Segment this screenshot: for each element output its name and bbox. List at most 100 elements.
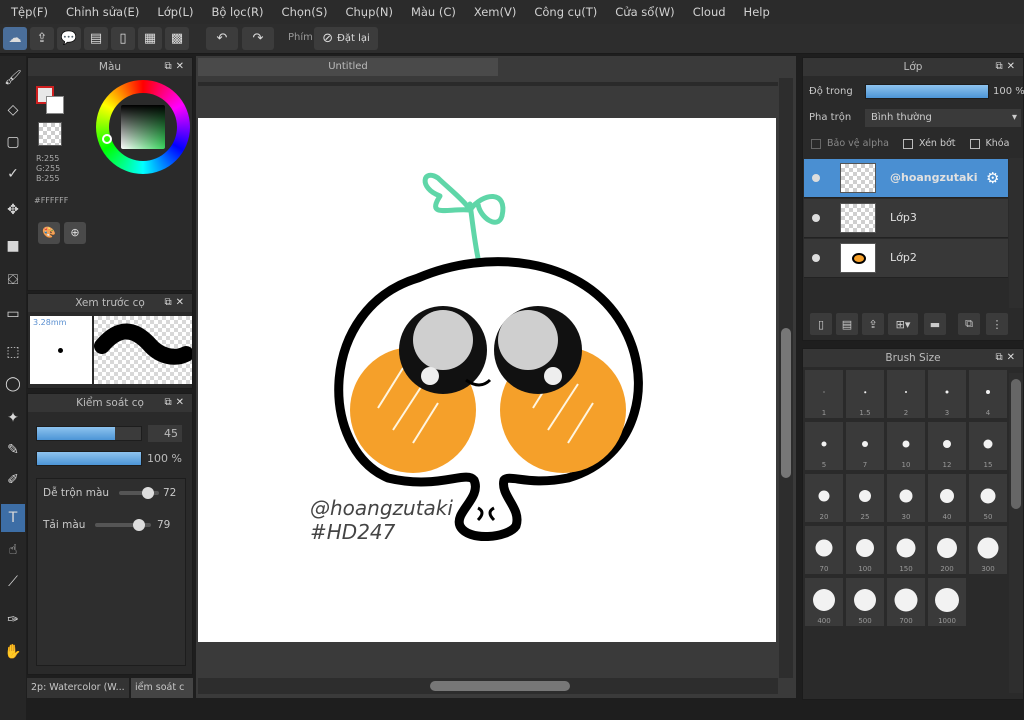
eraser-tool-icon[interactable]: ◇ bbox=[1, 96, 25, 124]
layer-options-icon[interactable]: ⋮ bbox=[986, 313, 1008, 335]
grid-icon[interactable]: ▦ bbox=[138, 27, 162, 50]
menu-select[interactable]: Chọn(S) bbox=[273, 5, 337, 19]
reload-knob[interactable] bbox=[133, 519, 146, 531]
layer-opacity-slider[interactable] bbox=[865, 84, 989, 99]
saturation-square[interactable] bbox=[121, 105, 165, 149]
brush-size-cell[interactable]: 1 bbox=[804, 369, 844, 419]
document-tab[interactable]: Untitled bbox=[198, 58, 498, 76]
horizontal-scrollbar[interactable] bbox=[198, 678, 778, 694]
lock-checkbox[interactable] bbox=[969, 138, 980, 149]
menu-file[interactable]: Tệp(F) bbox=[2, 5, 57, 19]
brush-size-cell[interactable]: 25 bbox=[845, 473, 885, 523]
layer-item[interactable]: @hoangzutaki ⚙ bbox=[804, 159, 1008, 198]
fill-tool-icon[interactable]: ⛋ bbox=[1, 266, 25, 294]
brush-size-scrollbar[interactable] bbox=[1009, 373, 1023, 693]
blend-knob[interactable] bbox=[141, 487, 154, 499]
brush-size-cell[interactable]: 15 bbox=[968, 421, 1008, 471]
pen-tool-icon[interactable]: ✎ bbox=[1, 436, 25, 464]
brush-size-cell[interactable]: 7 bbox=[845, 421, 885, 471]
brush-size-cell[interactable]: 20 bbox=[804, 473, 844, 523]
menu-edit[interactable]: Chỉnh sửa(E) bbox=[57, 5, 148, 19]
clipping-checkbox[interactable] bbox=[903, 138, 913, 149]
new-layer-icon[interactable]: ▯ bbox=[810, 313, 832, 335]
document-icon[interactable]: ▯ bbox=[111, 27, 135, 50]
horizontal-scroll-thumb[interactable] bbox=[430, 681, 570, 691]
hand-tool-icon[interactable]: ✋ bbox=[1, 638, 25, 666]
check-tool-icon[interactable]: ✓ bbox=[1, 160, 25, 188]
menu-cloud[interactable]: Cloud bbox=[684, 5, 735, 19]
layer-blend-select[interactable]: Bình thường ▾ bbox=[865, 109, 1021, 127]
reload-slider[interactable] bbox=[95, 519, 151, 531]
text-tool-icon[interactable]: T bbox=[1, 504, 25, 532]
panel-close-icon[interactable]: ⧉✕ bbox=[995, 349, 1019, 367]
color-wheel[interactable] bbox=[96, 80, 190, 174]
brush-size-cell[interactable]: 3 bbox=[927, 369, 967, 419]
layer-scrollbar[interactable] bbox=[1009, 158, 1023, 308]
undo-button[interactable]: ↶ bbox=[206, 27, 238, 50]
hand-select-tool-icon[interactable]: ☝ bbox=[1, 536, 25, 564]
brush-size-cell[interactable]: 5 bbox=[804, 421, 844, 471]
tab-brush-name[interactable]: 2p: Watercolor (W... bbox=[27, 678, 129, 698]
brush-opacity-slider[interactable] bbox=[36, 451, 142, 466]
menu-layer[interactable]: Lớp(L) bbox=[148, 5, 202, 19]
smudge-tool-icon[interactable]: ✐ bbox=[1, 466, 25, 494]
brush-size-cell[interactable]: 30 bbox=[886, 473, 926, 523]
duplicate-layer-icon[interactable]: ▤ bbox=[836, 313, 858, 335]
brush-size-slider[interactable] bbox=[36, 426, 142, 441]
brush-size-cell[interactable]: 4 bbox=[968, 369, 1008, 419]
move-tool-icon[interactable]: ✥ bbox=[1, 196, 25, 224]
vertical-scroll-thumb[interactable] bbox=[781, 328, 791, 478]
eyedropper-tool-icon[interactable]: ⟋ bbox=[1, 568, 25, 596]
folder-icon[interactable]: ▬ bbox=[924, 313, 946, 335]
merge-layer-icon[interactable]: ⧉ bbox=[958, 313, 980, 335]
layer-item[interactable]: Lớp2 bbox=[804, 239, 1008, 278]
redo-button[interactable]: ↷ bbox=[242, 27, 274, 50]
panel-close-icon[interactable]: ⧉✕ bbox=[995, 58, 1019, 76]
brush-size-cell[interactable]: 10 bbox=[886, 421, 926, 471]
menu-color[interactable]: Màu (C) bbox=[402, 5, 465, 19]
eye-icon[interactable] bbox=[812, 174, 820, 182]
cloud-icon[interactable]: ☁ bbox=[3, 27, 27, 50]
select-rect-tool-icon[interactable]: ▢ bbox=[1, 128, 25, 156]
panel-close-icon[interactable]: ⧉✕ bbox=[164, 394, 188, 412]
magic-wand-tool-icon[interactable]: ✦ bbox=[1, 404, 25, 432]
brush-size-cell[interactable]: 300 bbox=[968, 525, 1008, 575]
brush-size-cell[interactable]: 150 bbox=[886, 525, 926, 575]
brush-size-cell[interactable]: 200 bbox=[927, 525, 967, 575]
menu-tools[interactable]: Công cụ(T) bbox=[525, 5, 606, 19]
menu-capture[interactable]: Chụp(N) bbox=[336, 5, 401, 19]
brush-size-cell[interactable]: 100 bbox=[845, 525, 885, 575]
brush-size-cell[interactable]: 700 bbox=[886, 577, 926, 627]
panel-close-icon[interactable]: ⧉✕ bbox=[164, 58, 188, 76]
menu-filter[interactable]: Bộ lọc(R) bbox=[202, 5, 272, 19]
brush-size-cell[interactable]: 2 bbox=[886, 369, 926, 419]
chat-icon[interactable]: 💬 bbox=[57, 27, 81, 50]
brush-size-scroll-thumb[interactable] bbox=[1011, 379, 1021, 509]
menu-window[interactable]: Cửa sổ(W) bbox=[606, 5, 683, 19]
pipette-tool-icon[interactable]: ✑ bbox=[1, 606, 25, 634]
brush-size-cell[interactable]: 400 bbox=[804, 577, 844, 627]
comment-icon[interactable]: ▤ bbox=[84, 27, 108, 50]
menu-help[interactable]: Help bbox=[735, 5, 779, 19]
protect-alpha-checkbox[interactable] bbox=[811, 138, 821, 149]
brush-size-cell[interactable]: 70 bbox=[804, 525, 844, 575]
brush-size-value[interactable]: 45 bbox=[148, 425, 182, 442]
reset-button[interactable]: ⊘ Đặt lại bbox=[314, 27, 378, 50]
brush-size-cell[interactable]: 40 bbox=[927, 473, 967, 523]
layout-icon[interactable]: ▩ bbox=[165, 27, 189, 50]
shape-tool-icon[interactable]: ■ bbox=[1, 232, 25, 260]
blend-slider[interactable] bbox=[119, 487, 159, 499]
brush-size-cell[interactable]: 50 bbox=[968, 473, 1008, 523]
panel-close-icon[interactable]: ⧉✕ bbox=[164, 294, 188, 312]
import-layer-icon[interactable]: ⇪ bbox=[862, 313, 884, 335]
palette-add-icon[interactable]: ⊕ bbox=[64, 222, 86, 244]
brush-size-cell[interactable]: 1000 bbox=[927, 577, 967, 627]
drawing-canvas[interactable]: @hoangzutaki #HD247 bbox=[198, 118, 776, 642]
lasso-tool-icon[interactable]: ◯ bbox=[1, 370, 25, 398]
palette-icon[interactable]: 🎨 bbox=[38, 222, 60, 244]
layer-item[interactable]: Lớp3 bbox=[804, 199, 1008, 238]
eye-icon[interactable] bbox=[812, 214, 820, 222]
add-layer-menu-icon[interactable]: ⊞▾ bbox=[888, 313, 918, 335]
gradient-tool-icon[interactable]: ▭ bbox=[1, 300, 25, 328]
transparent-swatch[interactable] bbox=[38, 122, 62, 146]
